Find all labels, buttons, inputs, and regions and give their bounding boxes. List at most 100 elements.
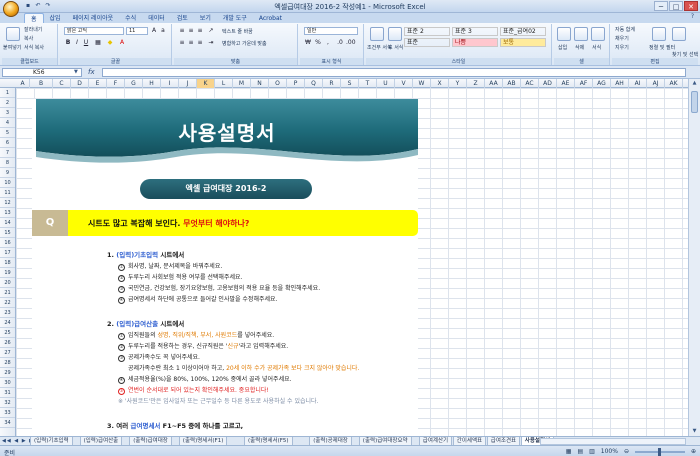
merge-center-button[interactable]: 병합하고 가운데 맞춤 [222,40,267,47]
column-header[interactable]: F [107,79,125,88]
row-header[interactable]: 16 [0,238,15,248]
delete-cells-icon[interactable] [574,27,588,41]
tab-view[interactable]: 보기 [194,13,217,23]
row-header[interactable]: 17 [0,248,15,258]
row-header[interactable]: 10 [0,178,15,188]
align-right-icon[interactable]: ≡ [196,39,204,47]
column-header[interactable]: W [413,79,431,88]
column-header[interactable]: P [287,79,305,88]
column-header[interactable]: C [53,79,71,88]
style-normal-3[interactable]: 표준 3 [452,27,498,36]
row-header[interactable]: 22 [0,298,15,308]
row-header[interactable]: 28 [0,358,15,368]
column-header[interactable]: J [179,79,197,88]
paste-button[interactable]: 붙여넣기 [3,44,21,51]
row-header[interactable]: 30 [0,378,15,388]
paste-icon[interactable] [6,27,20,41]
style-bad[interactable]: 나쁨 [452,38,498,47]
row-header[interactable]: 25 [0,328,15,338]
column-header[interactable]: AF [575,79,593,88]
column-header[interactable]: Q [305,79,323,88]
help-icon[interactable]: ? [691,13,700,23]
copy-button[interactable]: 복사 [24,35,33,42]
column-header[interactable]: I [161,79,179,88]
format-cells-icon[interactable] [591,27,605,41]
column-header[interactable]: L [215,79,233,88]
number-format-combo[interactable]: 일반 [304,27,358,35]
row-header[interactable]: 13 [0,208,15,218]
decrease-decimal-icon[interactable]: .00 [346,39,356,47]
column-header[interactable]: U [377,79,395,88]
column-header[interactable]: AA [485,79,503,88]
row-header[interactable]: 34 [0,418,15,428]
zoom-in-icon[interactable]: ⊕ [691,448,696,455]
tab-insert[interactable]: 삽입 [44,13,67,23]
tab-developer[interactable]: 개발 도구 [217,13,253,23]
percent-icon[interactable]: % [314,39,322,47]
horizontal-scrollbar[interactable] [540,438,686,445]
scroll-down-icon[interactable]: ▼ [690,427,699,436]
format-button[interactable]: 서식 [592,44,601,51]
chevron-down-icon[interactable]: ▼ [74,69,78,75]
insert-button[interactable]: 삽입 [558,44,567,51]
column-header[interactable]: K [197,79,215,88]
find-select-button[interactable]: 찾기 및 선택 [672,51,698,58]
column-header[interactable]: T [359,79,377,88]
page-break-view-icon[interactable]: ▥ [589,448,595,455]
column-header[interactable]: Z [467,79,485,88]
tab-acrobat[interactable]: Acrobat [253,13,288,23]
column-header[interactable]: O [269,79,287,88]
table-format-button[interactable]: 표 서식 [388,44,403,51]
row-header[interactable]: 21 [0,288,15,298]
fill-color-icon[interactable]: ◆ [106,39,114,47]
page-layout-view-icon[interactable]: ▤ [577,448,583,455]
clear-button[interactable]: 지우기 [615,44,629,51]
row-header[interactable]: 24 [0,318,15,328]
column-header[interactable]: M [233,79,251,88]
row-header[interactable]: 12 [0,198,15,208]
column-header[interactable]: AI [629,79,647,88]
row-header[interactable]: 8 [0,158,15,168]
italic-icon[interactable]: I [73,39,81,47]
maximize-button[interactable]: □ [669,1,683,11]
find-select-icon[interactable] [672,27,686,41]
column-header[interactable]: AH [611,79,629,88]
vertical-scrollbar[interactable]: ▲ ▼ [688,79,700,436]
column-header[interactable]: E [89,79,107,88]
tab-data[interactable]: 데이터 [142,13,171,23]
row-header[interactable]: 7 [0,148,15,158]
currency-icon[interactable]: ₩ [304,39,312,47]
office-button[interactable] [3,1,19,17]
column-header[interactable]: AE [557,79,575,88]
align-bottom-icon[interactable]: ≡ [196,27,204,35]
row-header[interactable]: 20 [0,278,15,288]
row-header[interactable]: 32 [0,398,15,408]
column-header[interactable]: N [251,79,269,88]
row-header[interactable]: 19 [0,268,15,278]
column-header[interactable]: D [71,79,89,88]
indent-icon[interactable]: ⇥ [207,39,215,47]
tab-page-layout[interactable]: 페이지 레이아웃 [67,13,120,23]
tab-review[interactable]: 검토 [171,13,194,23]
row-header[interactable]: 18 [0,258,15,268]
row-header[interactable]: 11 [0,188,15,198]
increase-decimal-icon[interactable]: .0 [336,39,344,47]
style-normal-2[interactable]: 표준 2 [404,27,450,36]
format-painter-button[interactable]: 서식 복사 [24,44,44,51]
fx-icon[interactable]: fx [88,68,95,76]
comma-icon[interactable]: , [324,39,332,47]
column-header[interactable]: G [125,79,143,88]
sort-filter-icon[interactable] [652,27,666,41]
row-header[interactable]: 3 [0,108,15,118]
row-header[interactable]: 2 [0,98,15,108]
tab-home[interactable]: 홈 [24,13,44,23]
align-left-icon[interactable]: ≡ [178,39,186,47]
column-header[interactable]: AB [503,79,521,88]
cut-button[interactable]: 잘라내기 [24,26,42,33]
fill-button[interactable]: 채우기 [615,35,629,42]
column-header[interactable]: R [323,79,341,88]
row-header[interactable]: 33 [0,408,15,418]
align-middle-icon[interactable]: ≡ [187,27,195,35]
style-normal[interactable]: 표준 [404,38,450,47]
font-size-combo[interactable]: 11 [126,27,148,35]
